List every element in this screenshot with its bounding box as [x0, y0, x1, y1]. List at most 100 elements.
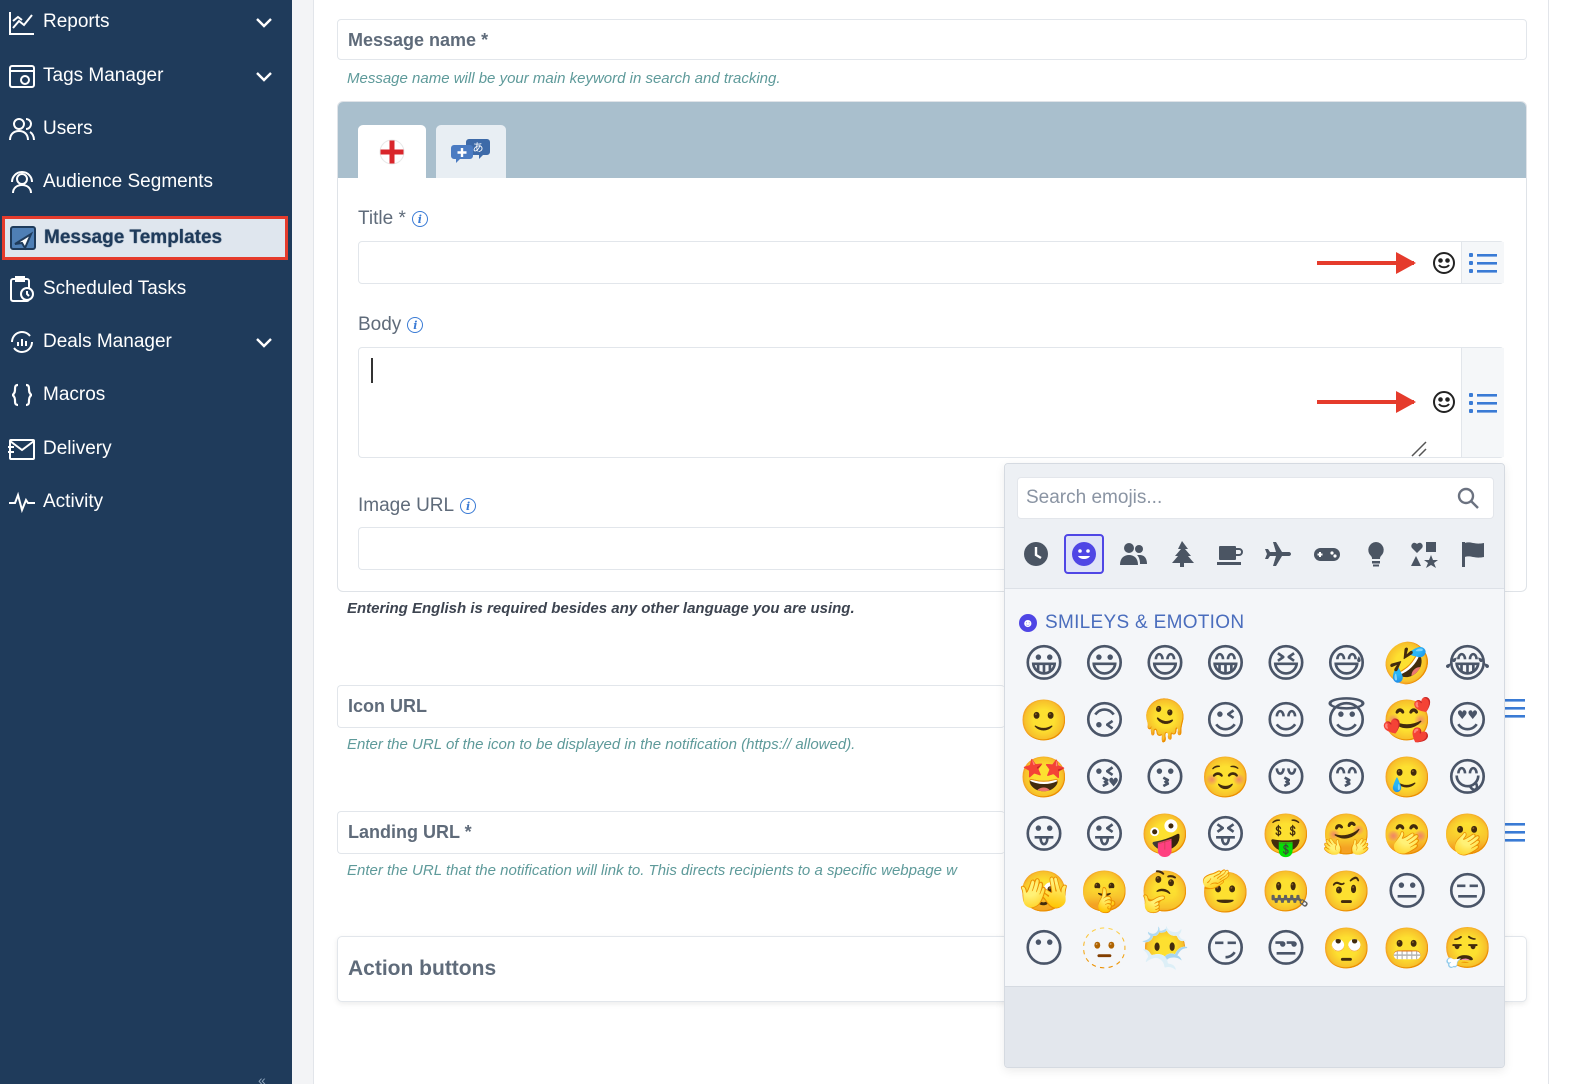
- emoji-item[interactable]: 🥰: [1382, 696, 1432, 746]
- resize-handle-icon[interactable]: [1410, 440, 1428, 458]
- emoji-item[interactable]: 😄: [1140, 639, 1190, 689]
- emoji-item[interactable]: 😃: [1080, 639, 1130, 689]
- emoji-item[interactable]: 🤫: [1080, 867, 1130, 917]
- emoji-item[interactable]: 😍: [1443, 696, 1493, 746]
- icon-url-variables-button[interactable]: [1503, 696, 1527, 722]
- body-emoji-icon[interactable]: [1431, 389, 1457, 415]
- sidebar-item-scheduled-tasks[interactable]: Scheduled Tasks: [0, 267, 292, 311]
- emoji-item[interactable]: 😒: [1261, 924, 1311, 974]
- emoji-item[interactable]: 😛: [1019, 810, 1069, 860]
- landing-url-field[interactable]: Landing URL *: [337, 811, 1005, 854]
- tab-add-language[interactable]: あ: [436, 125, 506, 178]
- emoji-item[interactable]: ☺️: [1201, 753, 1251, 803]
- list-icon: [1505, 699, 1525, 718]
- list-icon: [1469, 252, 1497, 273]
- emoji-item[interactable]: 🤑: [1261, 810, 1311, 860]
- icon-url-field[interactable]: Icon URL: [337, 685, 1005, 728]
- category-travel[interactable]: [1258, 534, 1298, 574]
- message-templates-icon: [8, 223, 38, 253]
- emoji-item[interactable]: 😀: [1019, 639, 1069, 689]
- emoji-item[interactable]: 🤪: [1140, 810, 1190, 860]
- title-emoji-icon[interactable]: [1431, 250, 1457, 276]
- emoji-item[interactable]: 😶‍🌫️: [1140, 924, 1190, 974]
- info-icon[interactable]: i: [460, 498, 477, 514]
- emoji-item[interactable]: 🥲: [1382, 753, 1432, 803]
- emoji-item[interactable]: 🫣: [1019, 867, 1069, 917]
- emoji-item[interactable]: 😬: [1382, 924, 1432, 974]
- category-people[interactable]: [1113, 534, 1153, 574]
- sidebar-item-users[interactable]: Users: [0, 107, 292, 151]
- emoji-item[interactable]: 😏: [1201, 924, 1251, 974]
- emoji-item[interactable]: 😐: [1382, 867, 1432, 917]
- emoji-item[interactable]: 🤐: [1261, 867, 1311, 917]
- sidebar-item-audience-segments[interactable]: Audience Segments: [0, 160, 292, 204]
- collapse-sidebar-icon[interactable]: «: [258, 1072, 266, 1084]
- sidebar-item-activity[interactable]: Activity: [0, 480, 292, 524]
- emoji-item[interactable]: 😚: [1261, 753, 1311, 803]
- search-icon[interactable]: [1456, 486, 1480, 510]
- emoji-item[interactable]: 🙃: [1080, 696, 1130, 746]
- category-nature[interactable]: [1162, 534, 1202, 574]
- sidebar-item-tags-manager[interactable]: Tags Manager: [0, 54, 292, 98]
- message-name-field[interactable]: Message name *: [337, 19, 1527, 60]
- emoji-item[interactable]: 😗: [1140, 753, 1190, 803]
- emoji-item[interactable]: 🤨: [1322, 867, 1372, 917]
- emoji-item[interactable]: 🙄: [1322, 924, 1372, 974]
- emoji-item[interactable]: 🤩: [1019, 753, 1069, 803]
- sidebar-item-label: Message Templates: [44, 227, 223, 248]
- flags-icon: [1462, 542, 1484, 567]
- action-buttons-title: Action buttons: [348, 957, 497, 980]
- emoji-item[interactable]: 😁: [1201, 639, 1251, 689]
- sidebar-item-macros[interactable]: Macros: [0, 373, 292, 417]
- emoji-item[interactable]: 😝: [1201, 810, 1251, 860]
- emoji-item[interactable]: 😋: [1443, 753, 1493, 803]
- emoji-item[interactable]: 😶: [1019, 924, 1069, 974]
- info-icon[interactable]: i: [411, 211, 428, 227]
- emoji-item[interactable]: 😂: [1443, 639, 1493, 689]
- emoji-item[interactable]: 😮‍💨: [1443, 924, 1493, 974]
- annotation-arrow: [1317, 252, 1416, 274]
- title-variables-button[interactable]: [1461, 242, 1504, 283]
- emoji-item[interactable]: 😊: [1261, 696, 1311, 746]
- tab-english[interactable]: [358, 125, 426, 178]
- category-symbols[interactable]: [1404, 534, 1444, 574]
- emoji-item[interactable]: 😆: [1261, 639, 1311, 689]
- sidebar-item-message-templates[interactable]: Message Templates: [2, 216, 288, 260]
- sidebar-item-reports[interactable]: Reports: [0, 0, 292, 44]
- emoji-item[interactable]: 😙: [1322, 753, 1372, 803]
- emoji-item[interactable]: 🫠: [1140, 696, 1190, 746]
- emoji-item[interactable]: 🤣: [1382, 639, 1432, 689]
- emoji-item[interactable]: 😑: [1443, 867, 1493, 917]
- emoji-item[interactable]: 😇: [1322, 696, 1372, 746]
- emoji-item[interactable]: 😉: [1201, 696, 1251, 746]
- category-recent[interactable]: [1016, 534, 1056, 574]
- category-activities[interactable]: [1307, 534, 1347, 574]
- content-border: [313, 0, 314, 1084]
- category-flags[interactable]: [1453, 534, 1493, 574]
- emoji-item[interactable]: 🫥: [1080, 924, 1130, 974]
- category-objects[interactable]: [1356, 534, 1396, 574]
- emoji-item[interactable]: 😅: [1322, 639, 1372, 689]
- category-food[interactable]: [1210, 534, 1250, 574]
- info-icon[interactable]: i: [407, 317, 424, 333]
- emoji-item[interactable]: 🤭: [1382, 810, 1432, 860]
- emoji-item[interactable]: 🫡: [1201, 867, 1251, 917]
- emoji-item[interactable]: 🤔: [1140, 867, 1190, 917]
- body-variables-button[interactable]: [1461, 348, 1504, 457]
- emoji-item[interactable]: 🙂: [1019, 696, 1069, 746]
- emoji-item[interactable]: 🫢: [1443, 810, 1493, 860]
- chevron-down-icon[interactable]: [254, 332, 274, 352]
- image-url-input[interactable]: [358, 527, 1004, 570]
- emoji-item[interactable]: 🤗: [1322, 810, 1372, 860]
- landing-url-variables-button[interactable]: [1503, 820, 1527, 846]
- chevron-down-icon[interactable]: [254, 66, 274, 86]
- chevron-down-icon[interactable]: [254, 12, 274, 32]
- emoji-item[interactable]: 😜: [1080, 810, 1130, 860]
- category-smileys[interactable]: [1064, 534, 1104, 574]
- emoji-search-input[interactable]: [1017, 477, 1494, 519]
- emoji-item[interactable]: 😘: [1080, 753, 1130, 803]
- language-note: Entering English is required besides any…: [347, 600, 855, 617]
- icon-url-label: Icon URL: [348, 696, 427, 716]
- sidebar-item-delivery[interactable]: Delivery: [0, 427, 292, 471]
- sidebar-item-deals-manager[interactable]: Deals Manager: [0, 320, 292, 364]
